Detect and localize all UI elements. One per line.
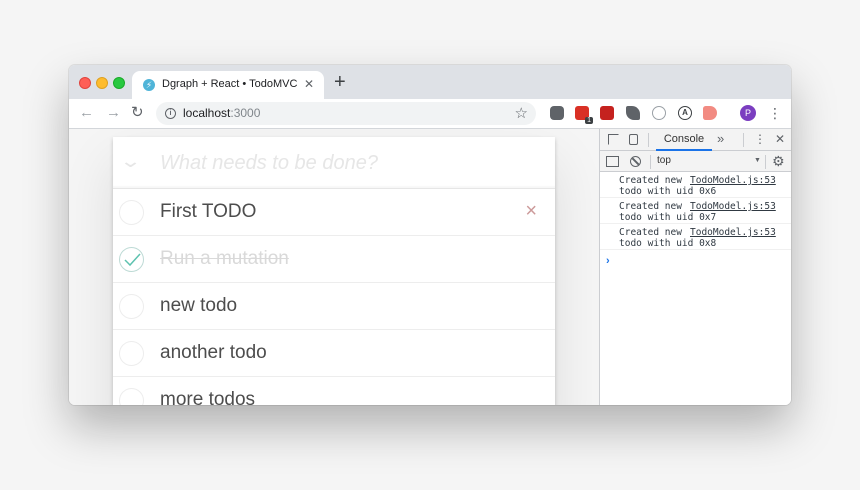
devtools-divider <box>743 133 744 147</box>
kebab-menu-icon[interactable]: ⋮ <box>768 104 782 122</box>
red-extension-icon[interactable]: 1 <box>575 106 593 124</box>
log-message: Created new <box>619 201 682 212</box>
todo-toggle-checkbox[interactable] <box>119 341 144 366</box>
todo-toggle-checkbox[interactable] <box>119 200 144 225</box>
address-bar[interactable]: i localhost:3000 ☆ <box>156 102 536 125</box>
todo-item[interactable]: more todos <box>113 377 555 405</box>
console-toolbar: top ▼ ⚙ <box>600 151 791 172</box>
clear-console-icon[interactable] <box>630 156 641 167</box>
page-viewport: ⌄ First TODO × Run a mutation <box>69 129 599 405</box>
shield-extension-icon[interactable] <box>550 106 564 120</box>
delete-todo-icon[interactable]: × <box>525 201 537 221</box>
todo-list: First TODO × Run a mutation new todo ano… <box>113 189 555 405</box>
minimize-window-button[interactable] <box>96 77 108 89</box>
tab-strip: ⚡ Dgraph + React • TodoMVC ✕ + <box>69 65 791 99</box>
console-log-entry: Created new TodoModel.js:53 todo with ui… <box>600 224 791 250</box>
todo-item[interactable]: Run a mutation <box>113 236 555 283</box>
log-source-link[interactable]: TodoModel.js:53 <box>690 227 776 238</box>
log-message: Created new <box>619 227 682 238</box>
url-port: :3000 <box>230 106 261 120</box>
tag-extension-icon[interactable] <box>703 106 717 120</box>
shoe-extension-icon[interactable] <box>626 106 640 120</box>
info-icon[interactable]: i <box>165 108 176 119</box>
todo-toggle-checkbox[interactable] <box>119 388 144 405</box>
device-toolbar-icon[interactable] <box>629 134 638 145</box>
log-message: todo with uid 0x6 <box>619 186 717 197</box>
todo-app: ⌄ First TODO × Run a mutation <box>113 137 555 405</box>
extension-badge: 1 <box>585 117 593 124</box>
close-window-button[interactable] <box>79 77 91 89</box>
inspect-element-icon[interactable] <box>608 134 619 145</box>
url-text[interactable]: localhost:3000 <box>183 106 260 120</box>
todo-label[interactable]: another todo <box>160 342 267 364</box>
console-log-entry: Created new TodoModel.js:53 todo with ui… <box>600 172 791 198</box>
log-source-link[interactable]: TodoModel.js:53 <box>690 201 776 212</box>
browser-toolbar: ← → ↻ i localhost:3000 ☆ 1 A P ⋮ <box>69 99 791 129</box>
puzzle-extension-icon[interactable] <box>600 106 614 120</box>
dropdown-arrow-icon[interactable]: ▼ <box>754 157 761 164</box>
back-arrow-icon[interactable]: ← <box>79 104 94 122</box>
console-sidebar-icon[interactable] <box>606 156 619 167</box>
devtools-panel: Console » ⋮ ✕ top ▼ ⚙ Created new TodoMo… <box>599 129 791 405</box>
log-message: todo with uid 0x7 <box>619 212 717 223</box>
todo-label[interactable]: First TODO <box>160 201 256 223</box>
console-prompt[interactable]: › <box>606 255 610 267</box>
todo-label[interactable]: new todo <box>160 295 237 317</box>
browser-tab[interactable]: ⚡ Dgraph + React • TodoMVC ✕ <box>132 71 324 99</box>
forward-arrow-icon[interactable]: → <box>106 104 121 122</box>
tab-title: Dgraph + React • TodoMVC <box>162 78 298 90</box>
new-todo-input[interactable] <box>160 149 540 177</box>
gear-icon[interactable]: ⚙ <box>772 153 785 169</box>
tab-console[interactable]: Console <box>656 129 712 151</box>
a-extension-icon[interactable]: A <box>678 106 692 120</box>
devtools-divider <box>648 133 649 147</box>
context-selector[interactable]: top <box>657 155 671 166</box>
devtools-tab-bar: Console » ⋮ ✕ <box>600 129 791 151</box>
close-devtools-icon[interactable]: ✕ <box>775 132 785 147</box>
log-message: Created new <box>619 175 682 186</box>
todo-label[interactable]: Run a mutation <box>160 248 289 270</box>
star-icon[interactable]: ☆ <box>515 104 528 122</box>
todo-item[interactable]: another todo <box>113 330 555 377</box>
timer-extension-icon[interactable] <box>652 106 666 120</box>
url-host: localhost <box>183 106 231 120</box>
todo-item[interactable]: First TODO × <box>113 189 555 236</box>
maximize-window-button[interactable] <box>113 77 125 89</box>
log-source-link[interactable]: TodoModel.js:53 <box>690 175 776 186</box>
profile-avatar[interactable]: P <box>740 105 756 121</box>
close-tab-icon[interactable]: ✕ <box>304 77 314 91</box>
todo-toggle-checkbox[interactable] <box>119 247 144 272</box>
devtools-menu-icon[interactable]: ⋮ <box>754 132 766 146</box>
checkmark-icon <box>124 253 141 267</box>
todo-item[interactable]: new todo <box>113 283 555 330</box>
browser-window: ⚡ Dgraph + React • TodoMVC ✕ + ← → ↻ i l… <box>69 65 791 405</box>
reload-icon[interactable]: ↻ <box>131 104 144 122</box>
new-todo-row: ⌄ <box>113 137 555 189</box>
todo-toggle-checkbox[interactable] <box>119 294 144 319</box>
console-log-entry: Created new TodoModel.js:53 todo with ui… <box>600 198 791 224</box>
more-tabs-icon[interactable]: » <box>717 132 724 146</box>
console-output: Created new TodoModel.js:53 todo with ui… <box>600 172 791 267</box>
devtools-divider <box>650 155 651 169</box>
todo-label[interactable]: more todos <box>160 389 255 405</box>
chevron-down-icon[interactable]: ⌄ <box>119 151 142 172</box>
dgraph-favicon-icon: ⚡ <box>143 79 155 91</box>
log-message: todo with uid 0x8 <box>619 238 717 249</box>
new-tab-button[interactable]: + <box>334 72 346 92</box>
devtools-divider <box>765 155 766 169</box>
